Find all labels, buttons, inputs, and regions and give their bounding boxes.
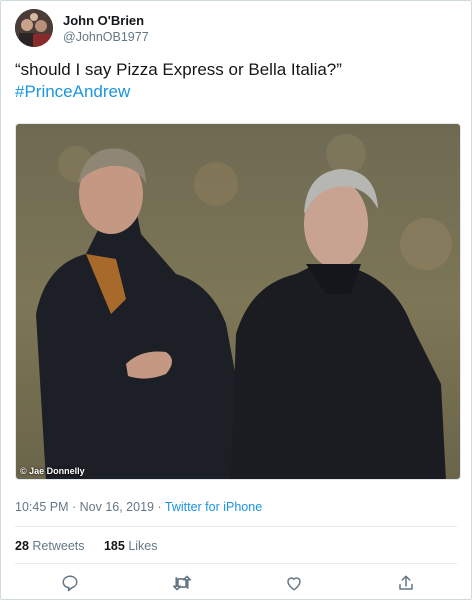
- action-bar: [1, 570, 471, 596]
- tweet-source-link[interactable]: Twitter for iPhone: [165, 500, 262, 514]
- retweets-label: Retweets: [32, 539, 85, 553]
- like-icon[interactable]: [283, 572, 305, 594]
- meta-separator: ·: [68, 500, 80, 514]
- retweets-count: 28: [15, 539, 29, 553]
- tweet-card: John O'Brien @JohnOB1977 “should I say P…: [0, 0, 472, 600]
- tweet-time[interactable]: 10:45 PM: [15, 500, 69, 514]
- reply-icon[interactable]: [59, 572, 81, 594]
- tweet-photo[interactable]: © Jae Donnelly: [15, 123, 461, 480]
- tweet-meta: 10:45 PM · Nov 16, 2019 · Twitter for iP…: [15, 500, 262, 514]
- tweet-date[interactable]: Nov 16, 2019: [80, 500, 154, 514]
- user-handle[interactable]: @JohnOB1977: [63, 30, 149, 44]
- tweet-text: “should I say Pizza Express or Bella Ita…: [15, 59, 457, 103]
- meta-separator: ·: [153, 500, 165, 514]
- likes-label: Likes: [128, 539, 158, 553]
- hashtag-link[interactable]: #PrinceAndrew: [15, 81, 457, 103]
- photo-credit: © Jae Donnelly: [20, 466, 85, 476]
- divider: [15, 563, 457, 564]
- divider: [15, 526, 457, 527]
- retweet-icon[interactable]: [171, 572, 193, 594]
- tweet-body: “should I say Pizza Express or Bella Ita…: [15, 60, 342, 79]
- retweets-stat[interactable]: 28 Retweets: [15, 539, 85, 553]
- likes-stat[interactable]: 185 Likes: [104, 539, 158, 553]
- likes-count: 185: [103, 539, 125, 553]
- display-name[interactable]: John O'Brien: [63, 13, 144, 28]
- avatar[interactable]: [15, 9, 53, 47]
- share-icon[interactable]: [395, 572, 417, 594]
- tweet-stats: 28 Retweets 185 Likes: [15, 539, 174, 553]
- photo-illustration: [16, 124, 460, 479]
